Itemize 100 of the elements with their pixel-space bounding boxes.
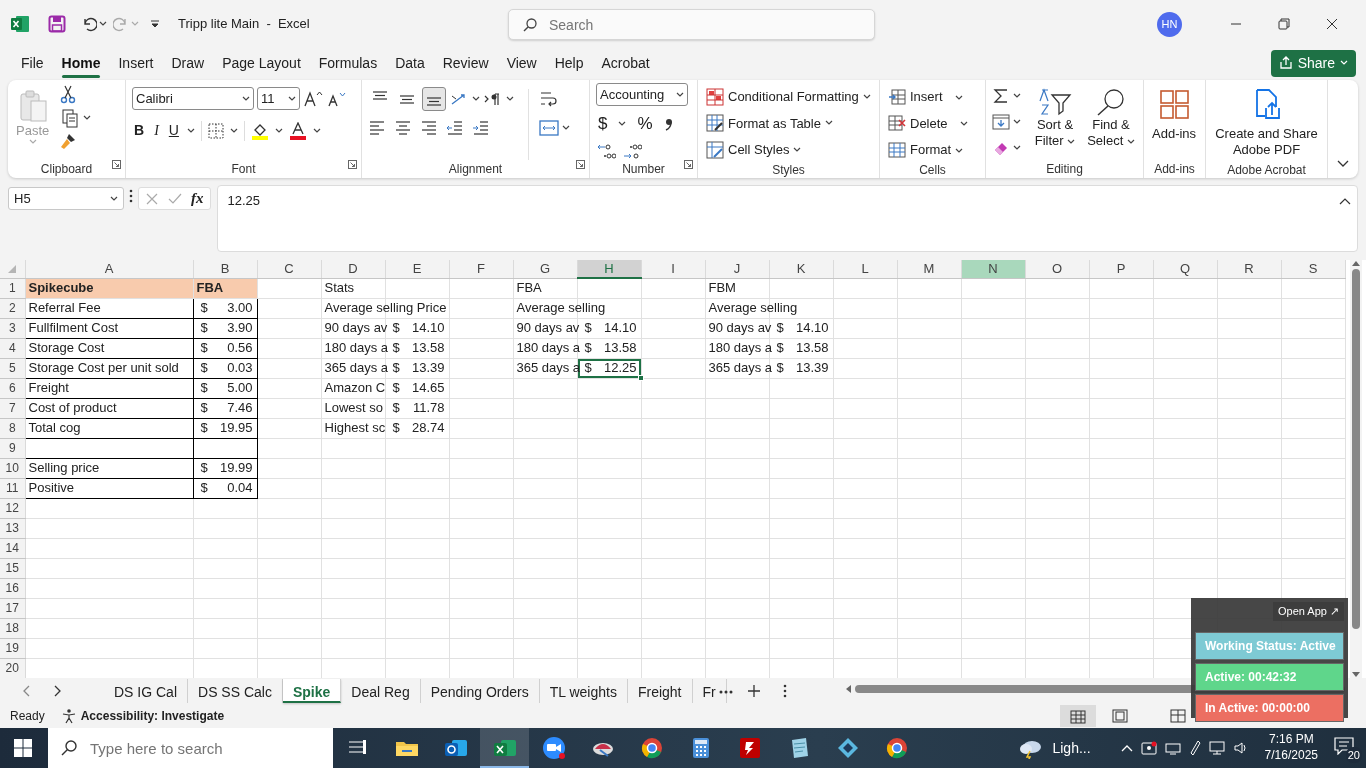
- cell-value[interactable]: $ 19.99: [193, 458, 257, 478]
- taskbar-search-field[interactable]: Type here to search: [48, 728, 333, 768]
- cell-text[interactable]: Highest sc: [321, 419, 386, 437]
- italic-button[interactable]: I: [152, 119, 161, 142]
- page-layout-view-icon[interactable]: [1112, 709, 1128, 723]
- cell-text[interactable]: Amazon C: [321, 379, 386, 397]
- sheet-tab[interactable]: DS SS Calc: [188, 679, 283, 703]
- cell-value[interactable]: $ 3.90: [193, 318, 257, 338]
- menu-tab[interactable]: Home: [52, 48, 110, 78]
- caret-icon[interactable]: [1013, 119, 1021, 125]
- share-button[interactable]: Share: [1270, 49, 1356, 77]
- cell-text[interactable]: Average selling: [513, 299, 606, 317]
- row-header[interactable]: 17: [0, 598, 25, 618]
- menu-tab[interactable]: Data: [386, 48, 434, 78]
- volume-icon[interactable]: [1232, 740, 1249, 756]
- add-sheet-icon[interactable]: [746, 684, 761, 698]
- row-header[interactable]: 15: [0, 558, 25, 578]
- row-header[interactable]: 8: [0, 418, 25, 438]
- row-header[interactable]: 18: [0, 618, 25, 638]
- decrease-decimal-icon[interactable]: [622, 141, 642, 160]
- sum-icon[interactable]: [992, 87, 1010, 105]
- underline-button[interactable]: U: [166, 119, 181, 142]
- notifications-button[interactable]: 20: [1334, 735, 1360, 761]
- cell-text[interactable]: 180 days a: [513, 339, 581, 357]
- dialog-launcher-icon[interactable]: [684, 159, 693, 169]
- sheet-tab[interactable]: TL weights: [539, 679, 628, 703]
- column-header[interactable]: L: [833, 260, 897, 278]
- row-header[interactable]: 20: [0, 658, 25, 678]
- user-avatar[interactable]: HN: [1157, 11, 1182, 37]
- column-header[interactable]: Q: [1153, 260, 1217, 278]
- cell-text[interactable]: Lowest so: [321, 399, 384, 417]
- sheet-tab[interactable]: Spike: [282, 679, 342, 703]
- vertical-scrollbar[interactable]: [1350, 260, 1362, 678]
- column-header[interactable]: J: [705, 260, 769, 278]
- align-right-icon[interactable]: [420, 119, 438, 135]
- cell-value[interactable]: $ 0.03: [193, 358, 257, 378]
- cell-text[interactable]: 90 days av: [705, 319, 772, 337]
- tray-display-icon[interactable]: [1164, 740, 1181, 756]
- cell-value[interactable]: $ 7.46: [193, 398, 257, 418]
- caret-icon[interactable]: [472, 96, 480, 102]
- column-header[interactable]: I: [641, 260, 705, 278]
- cells-button[interactable]: Delete: [886, 112, 979, 134]
- find-select-button[interactable]: Find & Select: [1085, 85, 1137, 160]
- accessibility-icon[interactable]: [60, 708, 77, 724]
- caret-icon[interactable]: [288, 95, 296, 102]
- caret-icon[interactable]: [83, 115, 92, 121]
- row-header[interactable]: 2: [0, 298, 25, 318]
- caret-icon[interactable]: [99, 21, 107, 27]
- caret-icon[interactable]: [186, 127, 195, 134]
- cell-value[interactable]: $ 0.04: [193, 478, 257, 498]
- increase-font-size-icon[interactable]: [303, 89, 323, 108]
- previous-sheet-icon[interactable]: [22, 685, 30, 697]
- bold-button[interactable]: B: [132, 119, 147, 142]
- cell-value[interactable]: $ 0.56: [193, 338, 257, 358]
- pen-icon[interactable]: [1188, 740, 1201, 756]
- caret-icon[interactable]: [110, 195, 118, 202]
- menu-tab[interactable]: Page Layout: [213, 48, 310, 78]
- format-painter-icon[interactable]: [59, 132, 78, 150]
- styles-button[interactable]: Format as Table: [704, 112, 873, 134]
- sheet-tab[interactable]: Freight: [627, 679, 693, 703]
- number-format-field[interactable]: Accounting: [596, 83, 688, 106]
- cell-text[interactable]: 90 days av: [321, 319, 388, 337]
- weather-text[interactable]: Ligh...: [1052, 737, 1091, 759]
- fill-handle[interactable]: [637, 374, 644, 381]
- caret-icon[interactable]: [676, 91, 684, 98]
- caret-icon[interactable]: [1013, 145, 1021, 151]
- more-options-icon[interactable]: [128, 187, 134, 205]
- caret-icon[interactable]: [229, 127, 238, 134]
- font-color-icon[interactable]: [288, 121, 307, 140]
- fill-down-icon[interactable]: [992, 113, 1010, 131]
- column-header[interactable]: R: [1217, 260, 1281, 278]
- column-header[interactable]: N: [961, 260, 1025, 278]
- cut-icon[interactable]: [59, 84, 78, 104]
- caret-icon[interactable]: [793, 146, 802, 153]
- font-size-field[interactable]: 11: [257, 87, 300, 110]
- sort-filter-button[interactable]: Sort & Filter: [1029, 85, 1081, 160]
- caret-icon[interactable]: [562, 125, 570, 131]
- column-header[interactable]: K: [769, 260, 833, 278]
- row-header[interactable]: 14: [0, 538, 25, 558]
- customize-toolbar-icon[interactable]: [150, 19, 160, 29]
- more-sheets-icon[interactable]: [718, 689, 733, 694]
- column-header[interactable]: O: [1025, 260, 1089, 278]
- row-header[interactable]: 19: [0, 638, 25, 658]
- sheet-tab[interactable]: Pending Orders: [420, 679, 540, 703]
- row-header[interactable]: 9: [0, 438, 25, 458]
- sheet-options-icon[interactable]: [782, 684, 787, 698]
- merge-center-icon[interactable]: [539, 119, 559, 137]
- formula-field[interactable]: 12.25: [216, 185, 1358, 252]
- caret-icon[interactable]: [506, 96, 514, 102]
- cell-text[interactable]: 365 days a: [321, 359, 389, 377]
- collapse-ribbon-icon[interactable]: [1336, 158, 1350, 169]
- menu-tab[interactable]: Insert: [109, 48, 163, 78]
- decrease-indent-icon[interactable]: [446, 119, 464, 135]
- row-header[interactable]: 11: [0, 478, 25, 498]
- row-header[interactable]: 10: [0, 458, 25, 478]
- caret-icon[interactable]: [312, 127, 321, 134]
- sheet-tab[interactable]: Deal Reg: [341, 679, 421, 703]
- cell-text[interactable]: 180 days a: [321, 339, 389, 357]
- caret-icon[interactable]: [862, 93, 871, 100]
- caret-icon[interactable]: [242, 95, 250, 102]
